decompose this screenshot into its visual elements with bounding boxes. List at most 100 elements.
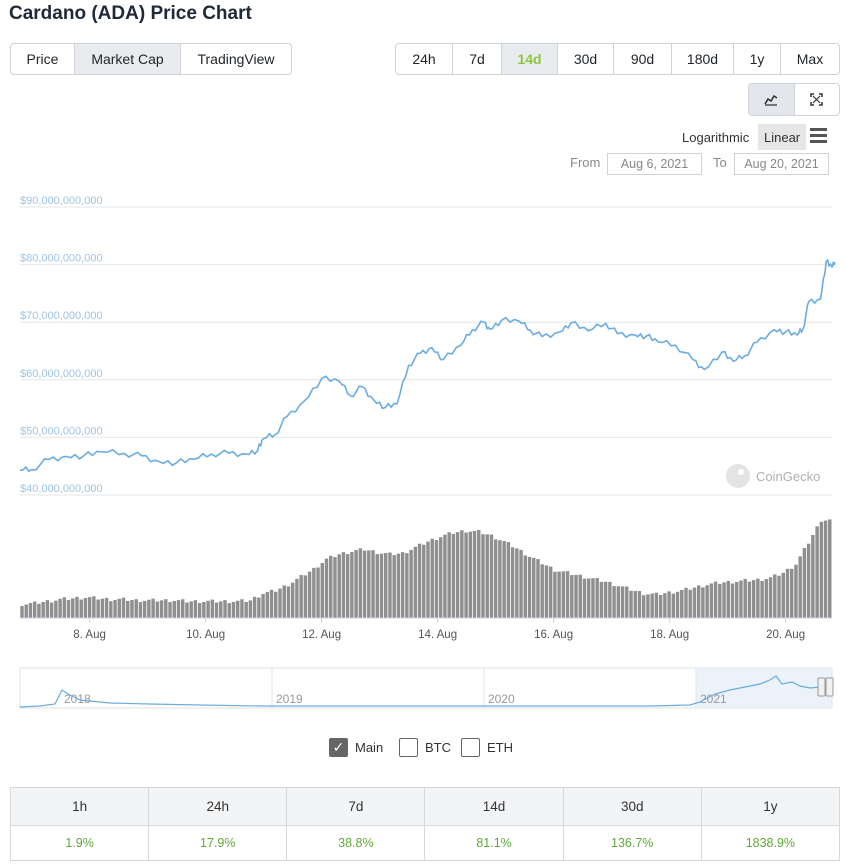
volume-bar (400, 552, 405, 618)
volume-bar (502, 540, 506, 618)
volume-bar (405, 553, 409, 618)
volume-bar (625, 586, 629, 618)
volume-bar (358, 548, 363, 618)
volume-bar (147, 599, 151, 618)
volume-bar (244, 601, 248, 618)
volume-bar (794, 564, 798, 618)
volume-bar (705, 585, 709, 618)
volume-bar (680, 589, 684, 618)
volume-bar (760, 580, 764, 618)
volume-bar (785, 568, 790, 618)
navigator[interactable]: 2018 2019 2020 2021 (19, 667, 834, 709)
header-1y: 1y (700, 787, 841, 826)
volume-bar (506, 542, 511, 618)
volume-bar (290, 582, 295, 618)
volume-bar (646, 594, 650, 618)
volume-bar (654, 592, 659, 618)
volume-bar (667, 591, 671, 618)
volume-bar (464, 532, 468, 618)
volume-bar (54, 600, 58, 618)
legend-main[interactable]: ✓ Main (329, 738, 383, 757)
volume-bar (730, 583, 735, 618)
volume-bar (641, 595, 646, 618)
volume-bar (553, 571, 557, 618)
volume-bar (320, 563, 324, 618)
volume-bar (544, 565, 549, 618)
volume-bar (764, 579, 769, 618)
volume-bar (20, 606, 24, 618)
volume-bar (312, 567, 316, 618)
volume-bar (104, 597, 109, 618)
legend-eth[interactable]: ETH (461, 738, 513, 757)
volume-bar (532, 557, 536, 618)
volume-bar (451, 533, 456, 618)
volume-bar (722, 582, 726, 618)
volume-bar (240, 599, 244, 618)
volume-bar (599, 581, 604, 618)
header-7d: 7d (286, 787, 426, 826)
volume-bar (75, 596, 79, 618)
volume-bar (443, 534, 447, 618)
volume-bar (130, 600, 134, 618)
volume-bar (303, 575, 308, 618)
volume-bar (45, 600, 50, 618)
volume-bar (333, 557, 337, 618)
volume-bar (574, 574, 578, 618)
volume-bar (261, 594, 265, 618)
volume-bar (591, 578, 595, 618)
y-tick-label: $80,000,000,000 (20, 253, 103, 265)
volume-bar (468, 531, 473, 618)
volume-bar (235, 600, 240, 618)
volume-bar (629, 590, 633, 618)
volume-bar (164, 599, 168, 618)
volume-bar (713, 581, 718, 618)
volume-bar (379, 553, 384, 618)
volume-bar (510, 547, 515, 618)
volume-bar (692, 587, 697, 618)
value-30d: 136.7% (562, 825, 702, 861)
volume-bar (582, 578, 587, 618)
volume-bar (350, 551, 354, 618)
value-14d: 81.1% (424, 825, 564, 861)
performance-value-row: 1.9% 17.9% 38.8% 81.1% 136.7% 1838.9% (9, 825, 841, 861)
volume-bar (168, 602, 172, 618)
volume-bar (616, 586, 621, 618)
volume-bar (688, 589, 692, 618)
watermark-text: CoinGecko (756, 469, 820, 484)
volume-bar (430, 538, 434, 618)
volume-bar (561, 571, 566, 618)
volume-bar (354, 550, 358, 618)
volume-bar (663, 593, 667, 618)
volume-bar (388, 552, 392, 618)
volume-bar (815, 526, 819, 618)
x-tick-label: 18. Aug (650, 629, 689, 641)
volume-bar (739, 580, 743, 618)
volume-bar (37, 603, 41, 618)
x-tick-label: 14. Aug (418, 629, 457, 641)
volume-bar (726, 580, 730, 618)
volume-bar (151, 598, 155, 618)
checkbox-eth (461, 738, 480, 757)
volume-bar (329, 555, 333, 618)
volume-bar (113, 599, 117, 618)
nav-year-2020: 2020 (488, 692, 515, 706)
volume-bar (489, 534, 494, 618)
nav-year-2021: 2021 (700, 692, 727, 706)
volume-bar (608, 581, 612, 618)
volume-bar (570, 575, 574, 618)
volume-bar (417, 543, 422, 618)
volume-bar (620, 586, 625, 618)
legend-btc[interactable]: BTC (399, 738, 451, 757)
volume-bar (515, 548, 519, 618)
volume-bar (92, 596, 96, 618)
volume-bar (773, 574, 777, 618)
volume-bar (633, 590, 637, 618)
volume-bar (828, 519, 832, 618)
volume-bar (718, 583, 722, 618)
value-7d: 38.8% (286, 825, 426, 861)
volume-bar (121, 597, 126, 618)
market-cap-chart[interactable]: $90,000,000,000 $80,000,000,000 $70,000,00… (0, 0, 846, 730)
value-1y: 1838.9% (700, 825, 841, 861)
volume-bar (214, 602, 219, 618)
volume-bar (193, 600, 198, 618)
